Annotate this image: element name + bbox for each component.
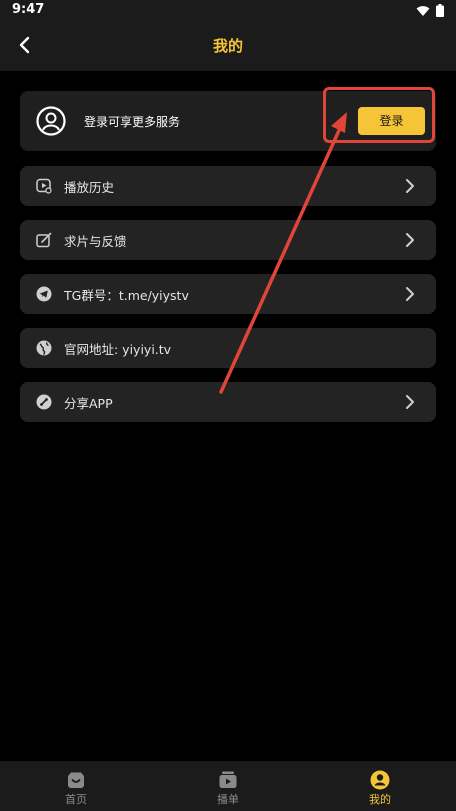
chevron-right-icon [406, 179, 414, 193]
nav-label: 我的 [369, 793, 391, 806]
avatar-icon [36, 106, 66, 136]
status-bar: 9:47 [0, 0, 456, 20]
play-history-icon [36, 178, 52, 194]
profile-icon [370, 770, 390, 790]
telegram-icon [36, 286, 52, 302]
battery-icon [436, 4, 444, 17]
menu-item-telegram-group[interactable]: TG群号：t.me/yiystv [20, 274, 436, 314]
globe-icon [36, 340, 52, 356]
page-title: 我的 [212, 37, 243, 55]
home-icon [68, 772, 84, 788]
nav-label: 播单 [217, 793, 239, 806]
menu-item-label: 官网地址: yiyiyi.tv [64, 342, 172, 357]
nav-tab-playlist[interactable]: 播单 [152, 761, 304, 811]
menu-item-website[interactable]: 官网地址: yiyiyi.tv [20, 328, 436, 368]
menu-item-play-history[interactable]: 播放历史 [20, 166, 436, 206]
status-icons [416, 4, 444, 17]
menu-item-request-feedback[interactable]: 求片与反馈 [20, 220, 436, 260]
share-icon [36, 394, 52, 410]
nav-label: 首页 [65, 793, 87, 806]
menu-item-label: 求片与反馈 [64, 234, 127, 249]
chevron-right-icon [406, 287, 414, 301]
chevron-right-icon [406, 233, 414, 247]
login-button[interactable]: 登录 [358, 107, 425, 135]
status-time: 9:47 [12, 2, 45, 17]
chevron-right-icon [406, 395, 414, 409]
nav-tab-profile[interactable]: 我的 [304, 761, 456, 811]
menu-item-share-app[interactable]: 分享APP [20, 382, 436, 422]
bottom-nav: 首页 播单 我的 [0, 761, 456, 811]
playlist-icon [219, 771, 237, 788]
menu-item-label: 分享APP [64, 396, 113, 411]
login-card: 登录可享更多服务 登录 [20, 91, 436, 151]
login-hint: 登录可享更多服务 [84, 115, 181, 129]
wifi-icon [416, 5, 430, 16]
nav-tab-home[interactable]: 首页 [0, 761, 152, 811]
edit-icon [36, 232, 52, 248]
menu-item-label: TG群号：t.me/yiystv [64, 288, 189, 303]
menu-item-label: 播放历史 [64, 180, 115, 195]
top-bar: 我的 [0, 20, 456, 71]
